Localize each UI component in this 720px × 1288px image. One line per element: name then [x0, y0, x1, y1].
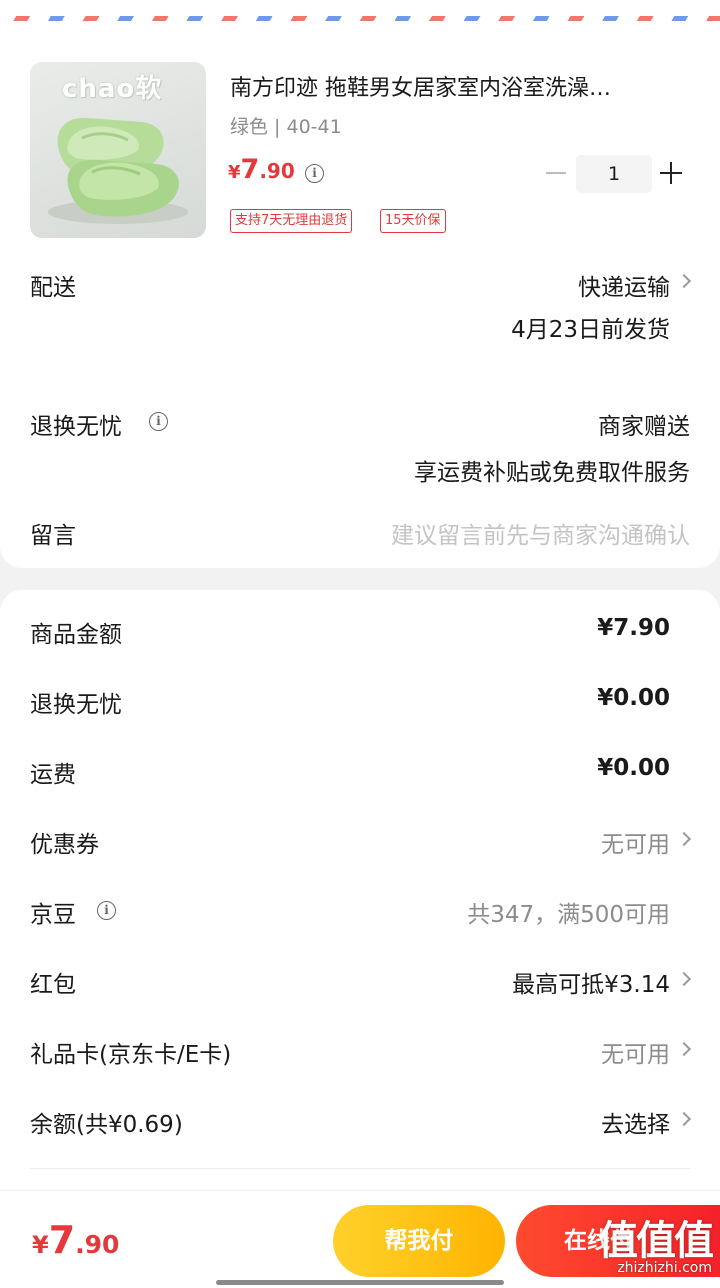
airmail-border [0, 0, 720, 22]
quantity-increase-button[interactable] [660, 158, 682, 188]
quantity-value[interactable]: 1 [576, 155, 652, 193]
watermark-url: zhizhizhi.com [617, 1260, 712, 1276]
delivery-date: 4月23日前发货 [511, 317, 670, 343]
return-fee-label: 退换无忧 [30, 692, 122, 718]
return-worry-note: 享运费补贴或免费取件服务 [414, 460, 690, 486]
balance-label: 余额(共¥0.69) [30, 1112, 183, 1138]
return-worry-value: 商家赠送 [598, 414, 690, 440]
total-price: ¥7.90 [32, 1218, 119, 1262]
price-integer: 7 [240, 154, 260, 185]
giftcard-value[interactable]: 无可用 [601, 1035, 670, 1069]
balance-select[interactable]: 去选择 [601, 1105, 670, 1139]
airmail-stripe [0, 16, 720, 21]
watermark: 值值值 zhizhizhi.com [568, 1208, 718, 1286]
summary-divider [30, 1168, 690, 1169]
tag-price-protect: 15天价保 [380, 209, 446, 233]
price-summary-card [0, 590, 720, 1190]
coupon-value[interactable]: 无可用 [601, 825, 670, 859]
goods-amount-label: 商品金额 [30, 622, 122, 648]
product-image[interactable]: chao软 [30, 62, 206, 238]
price-info-icon[interactable]: i [305, 164, 324, 183]
delivery-label: 配送 [30, 275, 76, 301]
return-fee-value: ¥0.00 [597, 685, 670, 711]
jingdou-value: 共347，满500可用 [467, 902, 670, 928]
delivery-method[interactable]: 快递运输 [578, 268, 670, 302]
quantity-decrease-button[interactable] [546, 172, 566, 174]
goods-amount-value: ¥7.90 [597, 615, 670, 641]
product-price: ¥7.90 [228, 154, 295, 185]
message-input[interactable]: 建议留言前先与商家沟通确认 [391, 516, 690, 550]
jingdou-label: 京豆 [30, 902, 76, 928]
return-worry-info-icon[interactable]: i [149, 412, 168, 431]
freight-value: ¥0.00 [597, 755, 670, 781]
total-decimal: .90 [75, 1230, 120, 1259]
watermark-logo: 值值值 [598, 1218, 714, 1264]
product-brand-overlay: chao软 [62, 74, 163, 104]
total-currency: ¥ [32, 1231, 49, 1259]
product-spec[interactable]: 绿色 | 40-41 [230, 112, 342, 139]
price-decimal: .90 [259, 159, 295, 183]
redpacket-value[interactable]: 最高可抵¥3.14 [512, 965, 670, 999]
return-worry-label: 退换无忧 [30, 414, 122, 440]
coupon-label: 优惠券 [30, 832, 99, 858]
giftcard-label: 礼品卡(京东卡/E卡) [30, 1042, 232, 1068]
message-label: 留言 [30, 523, 76, 549]
jingdou-info-icon[interactable]: i [97, 901, 116, 920]
tag-7day-return: 支持7天无理由退货 [230, 209, 353, 233]
redpacket-label: 红包 [30, 972, 76, 998]
home-indicator[interactable] [216, 1280, 504, 1285]
product-title[interactable]: 南方印迹 拖鞋男女居家室内浴室洗澡… [230, 70, 680, 102]
price-currency: ¥ [228, 162, 241, 183]
total-integer: 7 [48, 1218, 76, 1262]
help-me-pay-button[interactable]: 帮我付 [333, 1205, 505, 1277]
freight-label: 运费 [30, 762, 76, 788]
